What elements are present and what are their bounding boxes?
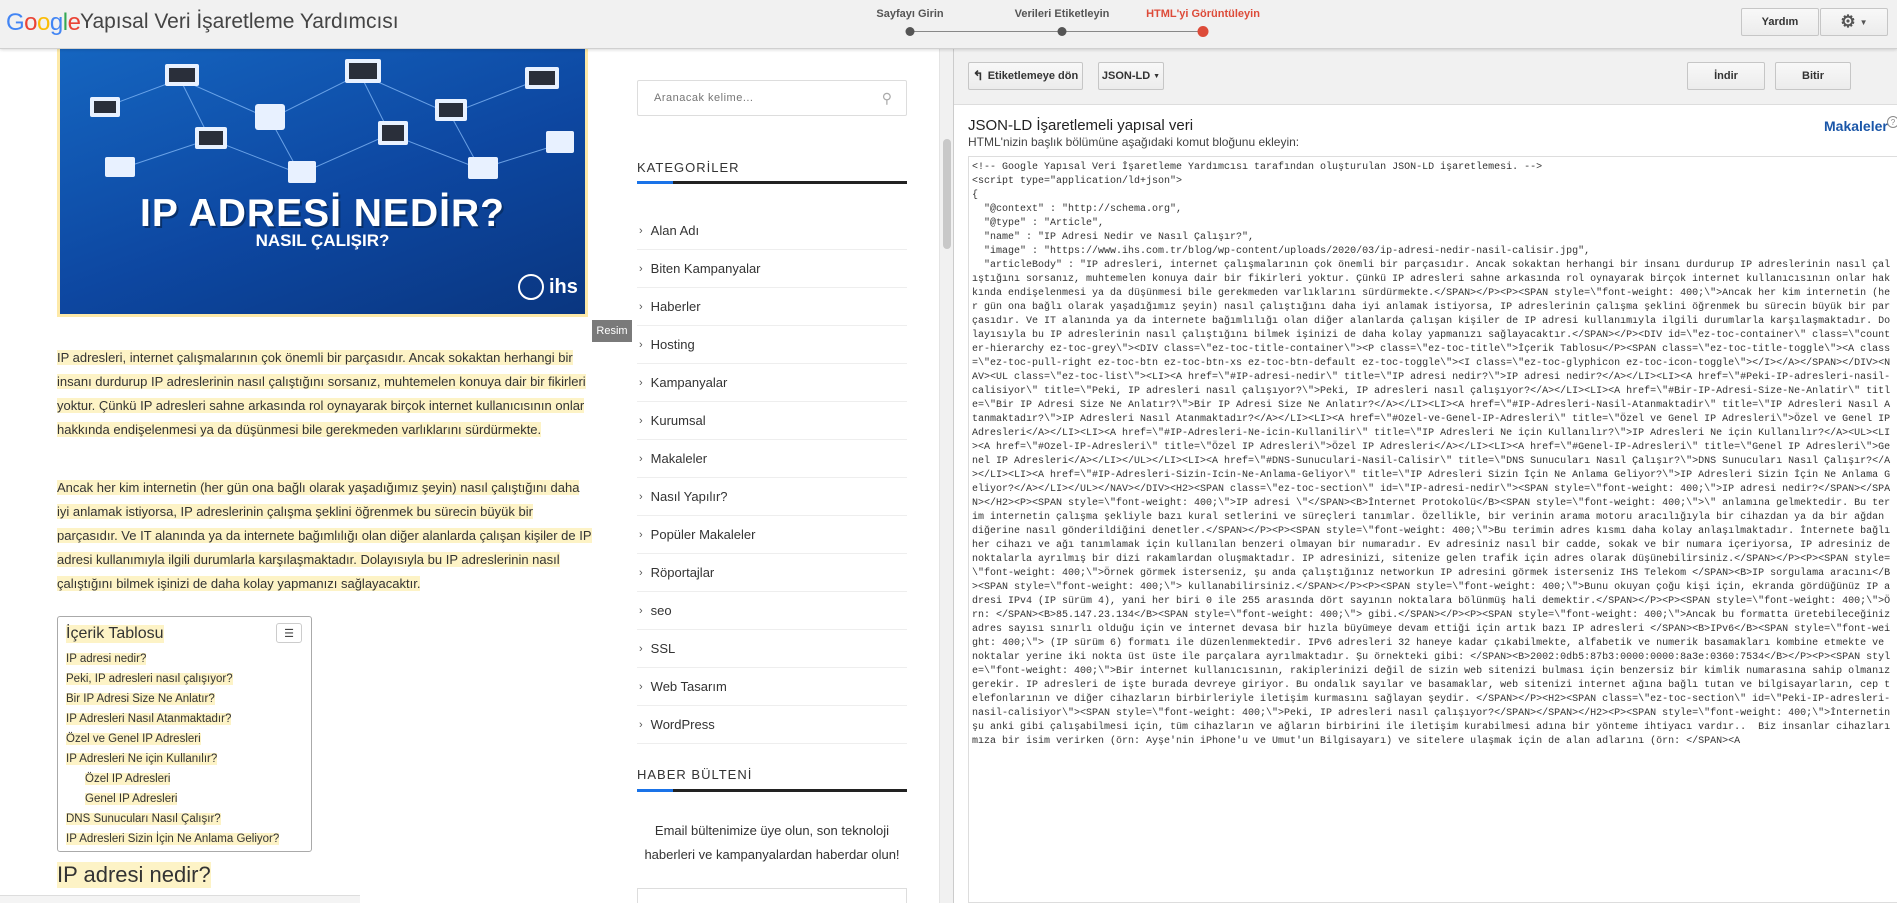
hero-title: IP ADRESİ NEDİR? xyxy=(140,192,505,235)
chevron-right-icon: › xyxy=(639,338,643,351)
toc-item[interactable]: IP adresi nedir? xyxy=(66,649,279,669)
table-of-contents: İçerik Tablosu ☰ IP adresi nedir? Peki, … xyxy=(57,616,312,852)
category-item[interactable]: › seo xyxy=(637,592,907,630)
newsletter-text: Email bültenimize üye olun, son teknoloj… xyxy=(644,823,900,862)
categories-title: KATEGORİLER xyxy=(637,160,740,175)
article-paragraph-2[interactable]: Ancak her kim internetin (her gün ona ba… xyxy=(57,476,593,596)
image-tag-label: Resim xyxy=(592,320,632,342)
network-illustration xyxy=(90,59,574,183)
category-item[interactable]: › Hosting xyxy=(637,326,907,364)
chevron-right-icon: › xyxy=(639,528,643,541)
help-icon[interactable]: ? xyxy=(1887,116,1897,128)
chevron-right-icon: › xyxy=(639,604,643,617)
download-button[interactable]: İndir xyxy=(1687,62,1765,90)
chevron-right-icon: › xyxy=(639,452,643,465)
category-item[interactable]: › Nasıl Yapılır? xyxy=(637,478,907,516)
toc-subitem[interactable]: Genel IP Adresleri xyxy=(66,789,279,809)
format-dropdown[interactable]: JSON-LD ▼ xyxy=(1098,62,1164,90)
list-icon: ☰ xyxy=(284,627,294,640)
category-item[interactable]: › Kampanyalar xyxy=(637,364,907,402)
ihs-logo-text: ihs xyxy=(549,275,578,298)
chevron-right-icon: › xyxy=(639,414,643,427)
category-item[interactable]: › Röportajlar xyxy=(637,554,907,592)
category-list: › Alan Adı › Biten Kampanyalar › Haberler ›… xyxy=(637,212,907,744)
finish-button[interactable]: Bitir xyxy=(1775,62,1851,90)
chevron-right-icon: › xyxy=(639,490,643,503)
newsletter-title: HABER BÜLTENİ xyxy=(637,767,753,782)
back-to-tagging-button[interactable]: ↰ Etiketlemeye dön xyxy=(968,62,1083,90)
hero-subtitle: NASIL ÇALIŞIR? xyxy=(255,231,390,250)
categories-divider xyxy=(637,181,907,184)
gear-icon: ⚙ xyxy=(1840,12,1856,31)
search-icon[interactable]: ⚲ xyxy=(882,90,892,107)
category-item[interactable]: › Kurumsal xyxy=(637,402,907,440)
category-item[interactable]: › Web Tasarım xyxy=(637,668,907,706)
google-logo: Google xyxy=(6,9,81,36)
toc-item[interactable]: IP Adresleri Sizin İçin Ne Anlama Geliyo… xyxy=(66,829,280,849)
toc-title: İçerik Tablosu xyxy=(66,625,164,643)
step-dot-1 xyxy=(905,27,915,36)
settings-button[interactable]: ⚙ ▼ xyxy=(1820,8,1888,36)
chevron-right-icon: › xyxy=(639,376,643,389)
toc-item[interactable]: Peki, IP adresleri nasıl çalışıyor? xyxy=(66,669,279,689)
toc-item[interactable]: IP Adresleri Ne için Kullanılır? xyxy=(66,749,279,769)
caret-down-icon: ▼ xyxy=(1859,17,1868,27)
article-paragraph-1[interactable]: IP adresleri, internet çalışmalarının ço… xyxy=(57,346,593,442)
code-output[interactable]: <!-- Google Yapısal Veri İşaretleme Yard… xyxy=(968,156,1897,903)
help-button[interactable]: Yardım xyxy=(1741,8,1819,36)
articles-link[interactable]: Makaleler xyxy=(1824,118,1888,134)
chevron-right-icon: › xyxy=(639,566,643,579)
category-item[interactable]: › Popüler Makaleler xyxy=(637,516,907,554)
markup-subtitle: HTML'nizin başlık bölümüne aşağıdaki kom… xyxy=(968,135,1300,149)
chevron-right-icon: › xyxy=(639,718,643,731)
markup-title: JSON-LD İşaretlemeli yapısal veri xyxy=(968,117,1194,134)
toc-list: IP adresi nedir? Peki, IP adresleri nası… xyxy=(66,649,280,849)
chevron-right-icon: › xyxy=(639,224,643,237)
ihs-logo-icon xyxy=(518,274,544,300)
app-title: Yapısal Veri İşaretleme Yardımcısı xyxy=(80,10,399,33)
page-preview[interactable]: IP ADRESİ NEDİR? NASIL ÇALIŞIR? ihs Resi… xyxy=(0,49,953,903)
output-panel: ↰ Etiketlemeye dön JSON-LD ▼ İndir Bitir J… xyxy=(953,49,1897,903)
category-item[interactable]: › Haberler xyxy=(637,288,907,326)
step-dot-3 xyxy=(1197,26,1209,37)
category-item[interactable]: › SSL xyxy=(637,630,907,668)
category-item[interactable]: › WordPress xyxy=(637,706,907,744)
chevron-right-icon: › xyxy=(639,262,643,275)
output-toolbar: ↰ Etiketlemeye dön JSON-LD ▼ İndir Bitir xyxy=(954,49,1897,105)
search-box[interactable]: ⚲ xyxy=(637,80,907,116)
toc-item[interactable]: DNS Sunucuları Nasıl Çalışır? xyxy=(66,809,279,829)
category-item[interactable]: › Biten Kampanyalar xyxy=(637,250,907,288)
newsletter-email-input[interactable] xyxy=(637,888,907,903)
toc-item[interactable]: Bir IP Adresi Size Ne Anlatır? xyxy=(66,689,279,709)
progress-steps: Sayfayı Girin Verileri Etiketleyin HTML'… xyxy=(876,8,1260,38)
hero-image[interactable]: IP ADRESİ NEDİR? NASIL ÇALIŞIR? ihs xyxy=(57,49,588,317)
toc-item[interactable]: IP Adresleri Nasıl Atanmaktadır? xyxy=(66,709,279,729)
category-item[interactable]: › Alan Adı xyxy=(637,212,907,250)
category-item[interactable]: › Makaleler xyxy=(637,440,907,478)
back-arrow-icon: ↰ xyxy=(972,68,984,83)
paragraph-1-text: IP adresleri, internet çalışmalarının ço… xyxy=(57,350,586,437)
newsletter-divider xyxy=(637,789,907,792)
toc-item[interactable]: Özel ve Genel IP Adresleri xyxy=(66,729,279,749)
preview-scrollbar-thumb[interactable] xyxy=(943,139,951,249)
step-enter-page: Sayfayı Girin xyxy=(876,8,944,20)
chevron-right-icon: › xyxy=(639,680,643,693)
preview-scrollbar[interactable] xyxy=(939,49,953,903)
step-tag-data: Verileri Etiketleyin xyxy=(1014,8,1110,20)
top-bar: Google Yapısal Veri İşaretleme Yardımcıs… xyxy=(0,0,1897,49)
caret-down-icon: ▼ xyxy=(1153,72,1161,80)
link-status-bar xyxy=(0,895,360,903)
chevron-right-icon: › xyxy=(639,642,643,655)
section-heading[interactable]: IP adresi nedir? xyxy=(57,862,211,888)
step-dot-2 xyxy=(1057,27,1067,36)
chevron-right-icon: › xyxy=(639,300,643,313)
code-text: <!-- Google Yapısal Veri İşaretleme Yard… xyxy=(972,162,1891,747)
step-view-html: HTML'yi Görüntüleyin xyxy=(1146,8,1260,20)
ihs-logo: ihs xyxy=(518,274,578,300)
paragraph-2-text: Ancak her kim internetin (her gün ona ba… xyxy=(57,480,592,591)
search-input[interactable] xyxy=(654,92,854,104)
toc-toggle-button[interactable]: ☰ xyxy=(276,623,302,643)
toc-subitem[interactable]: Özel IP Adresleri xyxy=(66,769,279,789)
